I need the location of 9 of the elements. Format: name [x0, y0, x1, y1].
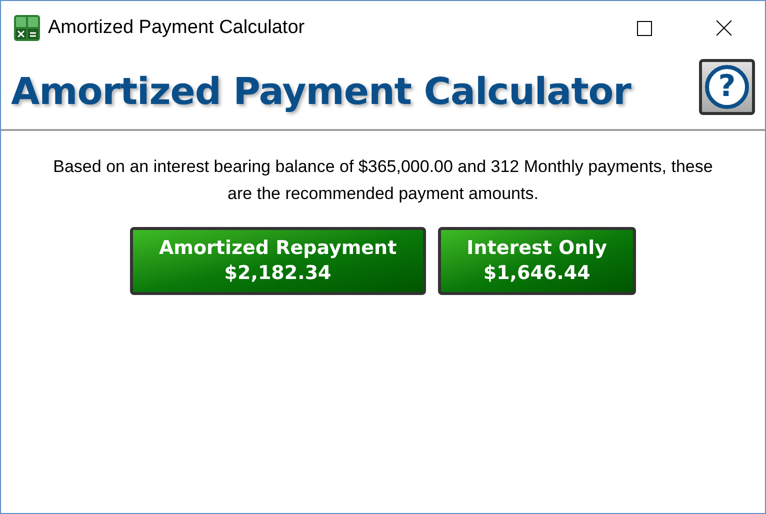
summary-text: Based on an interest bearing balance of $365,000.00 and 312 Monthly payments, these are the recommended payment amounts.: [52, 156, 714, 205]
app-heading: Amortized Payment Calculator: [11, 69, 631, 116]
payment-option-button[interactable]: Interest Only $1,646.44: [438, 227, 636, 295]
close-icon: [716, 20, 732, 36]
maximize-icon: [636, 20, 652, 36]
window-title: Amortized Payment Calculator: [48, 16, 305, 40]
help-button[interactable]: ?: [699, 59, 755, 115]
calculator-app-icon: [14, 15, 40, 41]
payment-option-button[interactable]: Amortized Repayment $2,182.34: [130, 227, 426, 295]
